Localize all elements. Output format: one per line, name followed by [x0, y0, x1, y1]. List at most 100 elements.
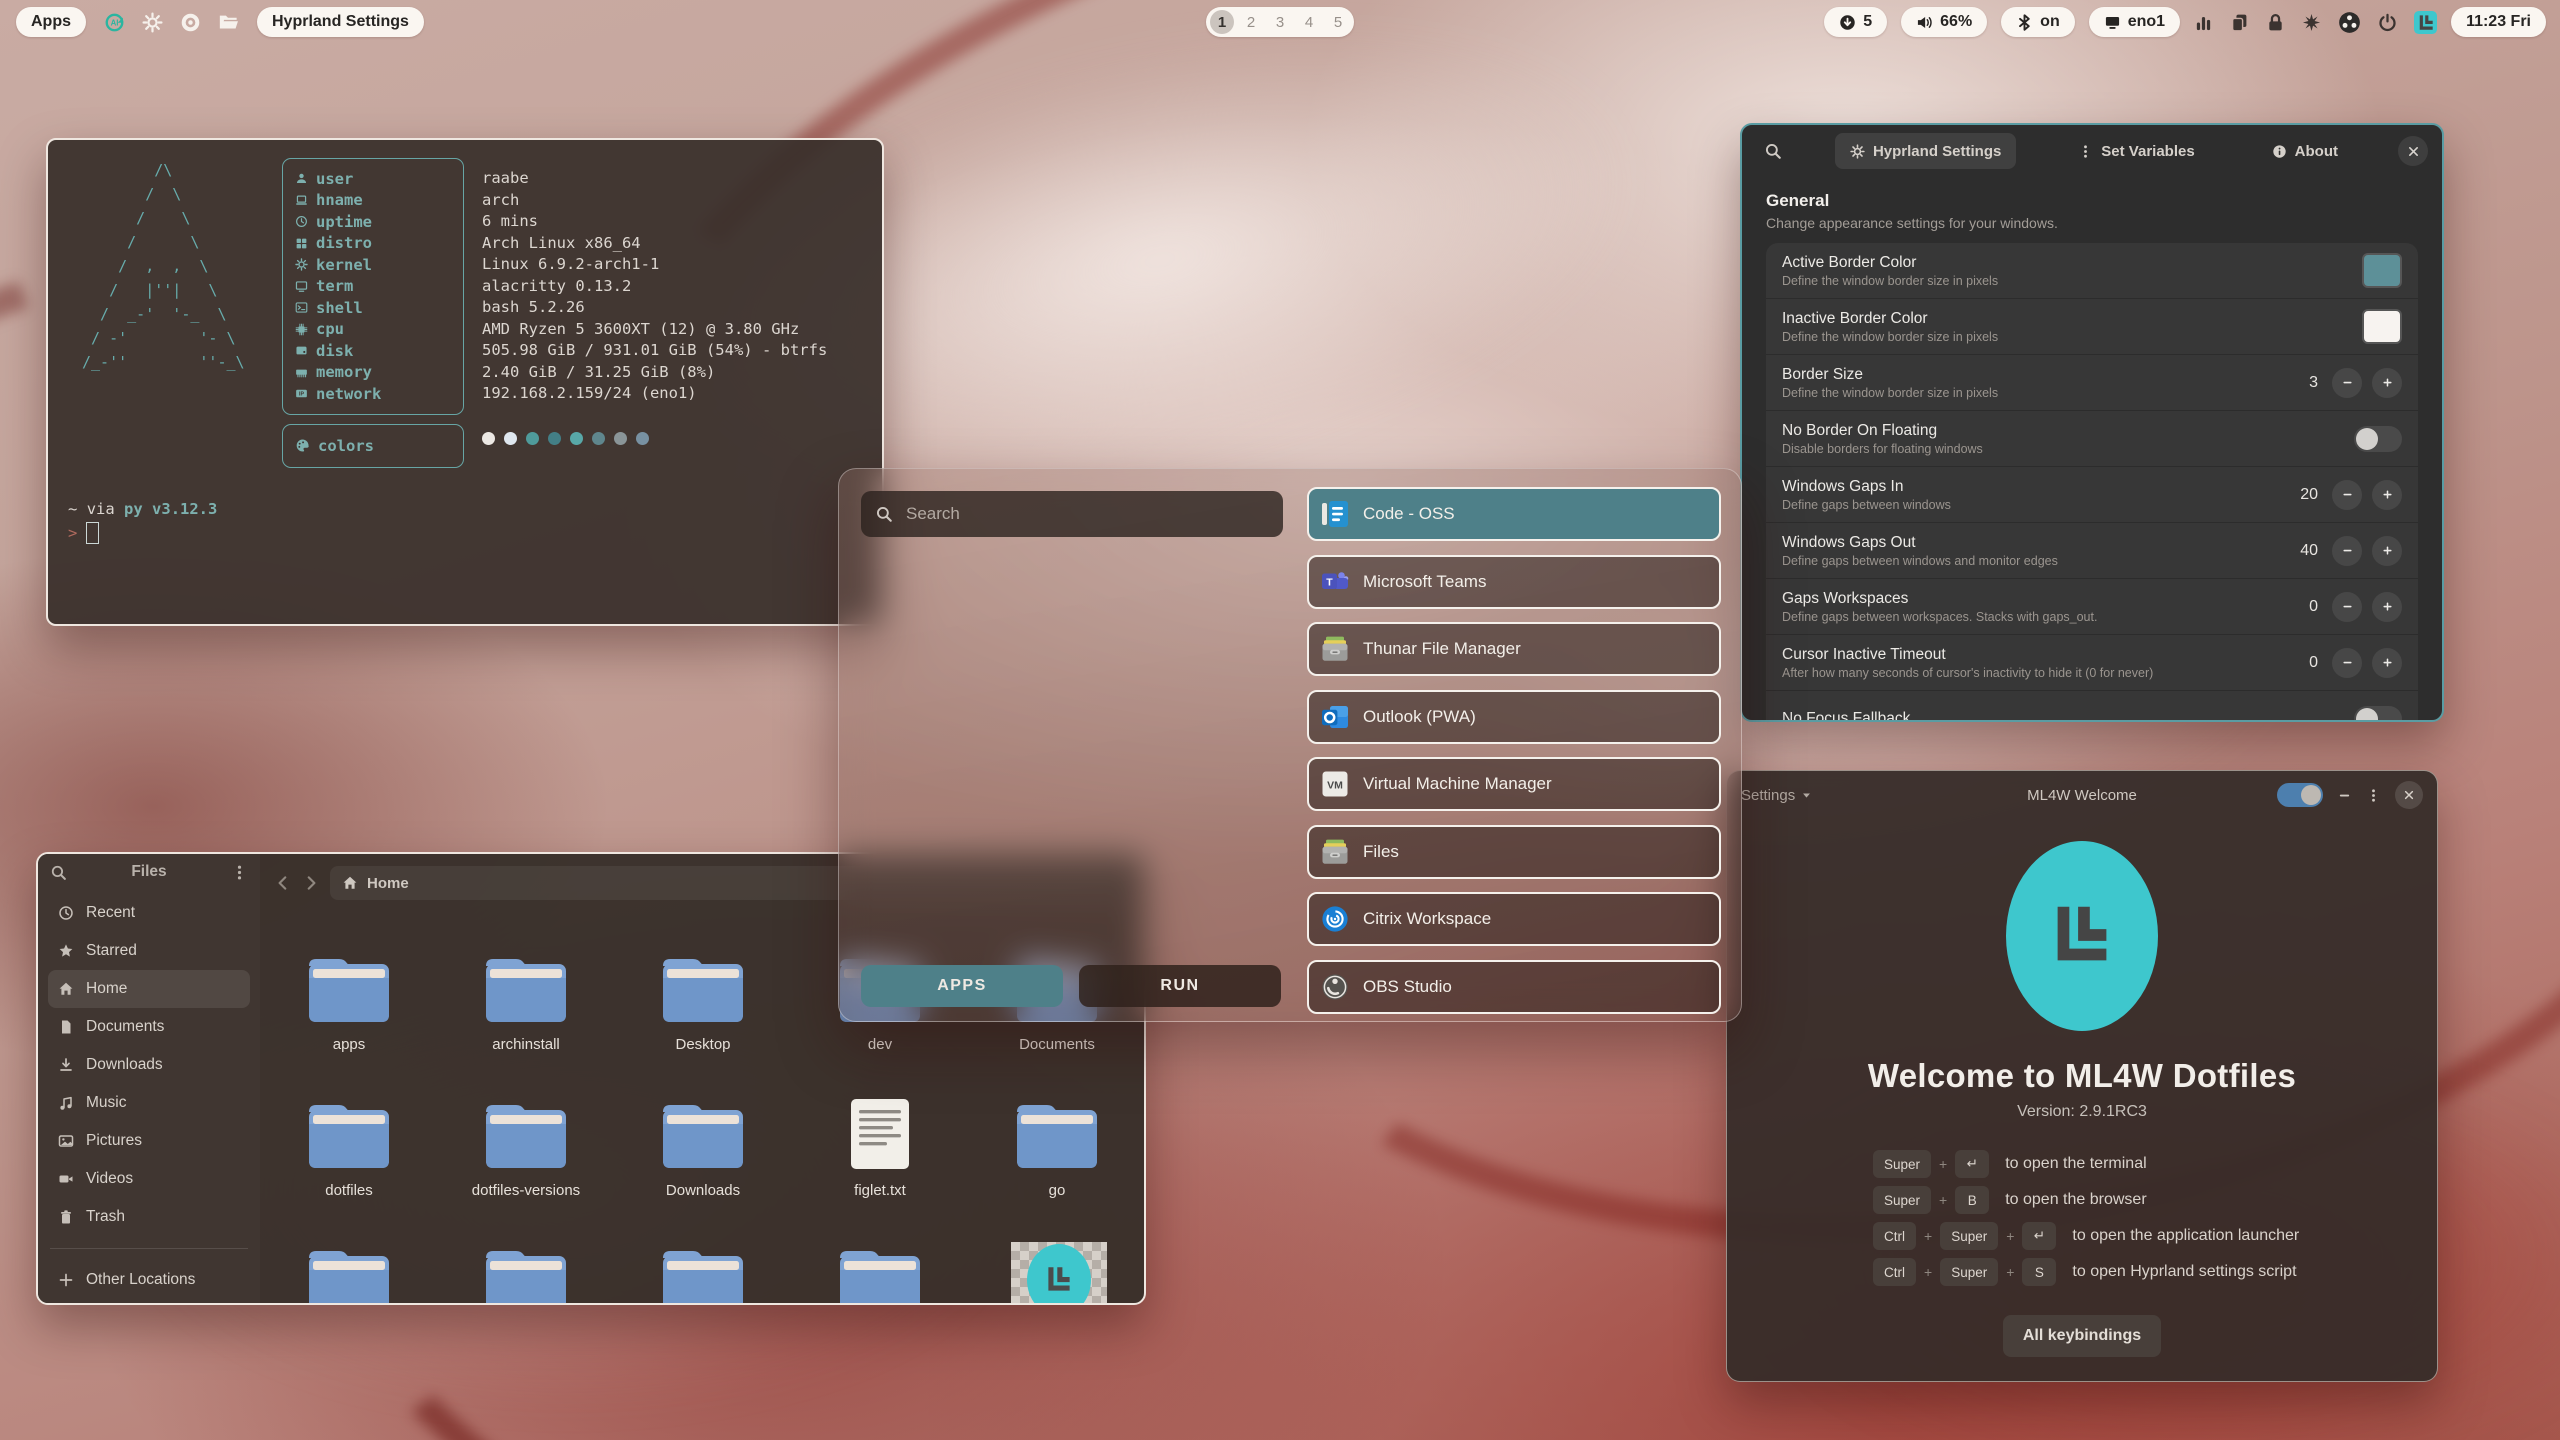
- forward-arrow-icon[interactable]: [302, 874, 320, 892]
- workspace-3[interactable]: 3: [1268, 10, 1292, 34]
- stats-icon[interactable]: [2194, 13, 2213, 32]
- gear-icon[interactable]: [142, 12, 163, 33]
- workspace-4[interactable]: 4: [1297, 10, 1321, 34]
- sidebar-item-home[interactable]: Home: [48, 970, 250, 1008]
- app-item-citrix-workspace[interactable]: Citrix Workspace: [1307, 892, 1721, 946]
- bluetooth-indicator[interactable]: on: [2001, 7, 2075, 37]
- sidebar-item-starred[interactable]: Starred: [48, 932, 250, 970]
- app-launcher[interactable]: Code - OSS TMicrosoft Teams Thunar File Ma…: [838, 468, 1742, 1022]
- file-item-desktop[interactable]: Desktop: [618, 950, 788, 1053]
- app-item-microsoft-teams[interactable]: TMicrosoft Teams: [1307, 555, 1721, 609]
- minus-button[interactable]: [2332, 648, 2362, 678]
- plus-button[interactable]: [2372, 536, 2402, 566]
- prompt-line[interactable]: >: [68, 522, 862, 544]
- color-swatch[interactable]: [2362, 309, 2402, 344]
- app-item-files[interactable]: Files: [1307, 825, 1721, 879]
- clock-label: 11:23 Fri: [2466, 13, 2531, 31]
- file-item-downloads[interactable]: Downloads: [618, 1096, 788, 1199]
- color-swatch[interactable]: [2362, 253, 2402, 288]
- clipboard-icon[interactable]: [2230, 13, 2249, 32]
- all-keybindings-button[interactable]: All keybindings: [2003, 1315, 2161, 1357]
- file-item-figlet-txt[interactable]: figlet.txt: [795, 1096, 965, 1199]
- arch-ascii-logo: /\ / \ / \ / \ / , , \ / |''| \ / _-' '-…: [82, 158, 278, 468]
- tab-set-variables[interactable]: Set Variables: [2063, 133, 2209, 169]
- close-button[interactable]: [2395, 781, 2423, 809]
- app-item-obs-studio[interactable]: OBS Studio: [1307, 960, 1721, 1014]
- plus-button[interactable]: [2372, 592, 2402, 622]
- file-item-dotfiles-versions[interactable]: dotfiles-versions: [441, 1096, 611, 1199]
- minus-button[interactable]: [2332, 368, 2362, 398]
- file-item-apps[interactable]: apps: [264, 950, 434, 1053]
- sidebar-item-trash[interactable]: Trash: [48, 1198, 250, 1236]
- version-label: Version: 2.9.1RC3: [1727, 1103, 2437, 1121]
- file-item[interactable]: [441, 1242, 611, 1305]
- ai-icon[interactable]: AI: [104, 12, 125, 33]
- launcher-search-box[interactable]: [861, 491, 1283, 537]
- clock[interactable]: 11:23 Fri: [2451, 7, 2546, 37]
- file-item[interactable]: [264, 1242, 434, 1305]
- file-item[interactable]: [618, 1242, 788, 1305]
- fetch-key: network: [316, 385, 381, 403]
- menu-kebab-icon[interactable]: [2366, 788, 2381, 803]
- search-input[interactable]: [904, 503, 1269, 525]
- app-item-code-oss[interactable]: Code - OSS: [1307, 487, 1721, 541]
- file-item-archinstall[interactable]: archinstall: [441, 950, 611, 1053]
- clock-icon: [295, 215, 308, 228]
- chrome-icon[interactable]: [180, 12, 201, 33]
- burst-icon[interactable]: [2302, 13, 2321, 32]
- lock-icon[interactable]: [2266, 13, 2285, 32]
- ml4w-welcome-window[interactable]: Settings ML4W Welcome Welcome to ML4W Do…: [1726, 770, 2438, 1382]
- sidebar-item-documents[interactable]: Documents: [48, 1008, 250, 1046]
- sidebar-item-music[interactable]: Music: [48, 1084, 250, 1122]
- hyprland-settings-window[interactable]: Hyprland SettingsSet VariablesAbout Gene…: [1740, 123, 2444, 722]
- sidebar-item-recent[interactable]: Recent: [48, 894, 250, 932]
- keybinding-row: Super+↵to open the terminal: [1873, 1147, 2437, 1181]
- apps-button[interactable]: Apps: [16, 7, 86, 37]
- workspace-2[interactable]: 2: [1239, 10, 1263, 34]
- settings-row-title: Windows Gaps Out: [1782, 534, 2300, 552]
- tab-about[interactable]: About: [2257, 133, 2353, 169]
- plus-button[interactable]: [2372, 648, 2402, 678]
- file-item[interactable]: [795, 1242, 965, 1305]
- workspace-5[interactable]: 5: [1326, 10, 1350, 34]
- file-item[interactable]: [972, 1242, 1142, 1305]
- app-item-thunar-file-manager[interactable]: Thunar File Manager: [1307, 622, 1721, 676]
- sidebar-item-pictures[interactable]: Pictures: [48, 1122, 250, 1160]
- sidebar-item-videos[interactable]: Videos: [48, 1160, 250, 1198]
- workspace-1[interactable]: 1: [1210, 10, 1234, 34]
- volume-indicator[interactable]: 66%: [1901, 7, 1987, 37]
- settings-menu-button[interactable]: Settings: [1741, 787, 1812, 804]
- search-icon[interactable]: [50, 864, 67, 881]
- terminal-window[interactable]: /\ / \ / \ / \ / , , \ / |''| \ / _-' '-…: [46, 138, 884, 626]
- app-item-outlook-pwa-[interactable]: Outlook (PWA): [1307, 690, 1721, 744]
- welcome-toggle[interactable]: [2277, 783, 2323, 807]
- minus-button[interactable]: [2332, 480, 2362, 510]
- plus-button[interactable]: [2372, 368, 2402, 398]
- search-icon[interactable]: [1764, 142, 1782, 160]
- tab-run[interactable]: RUN: [1079, 965, 1281, 1007]
- file-item-go[interactable]: go: [972, 1096, 1142, 1199]
- updates-indicator[interactable]: 5: [1824, 7, 1887, 37]
- toggle-switch[interactable]: [2354, 426, 2402, 452]
- tab-apps[interactable]: APPS: [861, 965, 1063, 1007]
- network-indicator[interactable]: eno1: [2089, 7, 2180, 37]
- toggle-switch[interactable]: [2354, 706, 2402, 723]
- file-item-dotfiles[interactable]: dotfiles: [264, 1096, 434, 1199]
- plus-button[interactable]: [2372, 480, 2402, 510]
- sidebar-item-other-locations[interactable]: Other Locations: [48, 1261, 250, 1299]
- folder-open-icon[interactable]: [218, 12, 239, 33]
- obs-icon[interactable]: [2338, 11, 2361, 34]
- back-arrow-icon[interactable]: [274, 874, 292, 892]
- minus-button[interactable]: [2332, 592, 2362, 622]
- app-item-virtual-machine-manager[interactable]: VMVirtual Machine Manager: [1307, 757, 1721, 811]
- close-button[interactable]: [2398, 136, 2428, 166]
- power-icon[interactable]: [2378, 13, 2397, 32]
- tab-hyprland-settings[interactable]: Hyprland Settings: [1835, 133, 2016, 169]
- prompt-status-line: ~ via py v3.12.3: [68, 500, 862, 518]
- home-icon: [342, 875, 358, 891]
- minimize-icon[interactable]: [2337, 788, 2352, 803]
- sidebar-item-downloads[interactable]: Downloads: [48, 1046, 250, 1084]
- minus-button[interactable]: [2332, 536, 2362, 566]
- menu-kebab-icon[interactable]: [231, 864, 248, 881]
- ml4w-icon[interactable]: [2414, 11, 2437, 34]
